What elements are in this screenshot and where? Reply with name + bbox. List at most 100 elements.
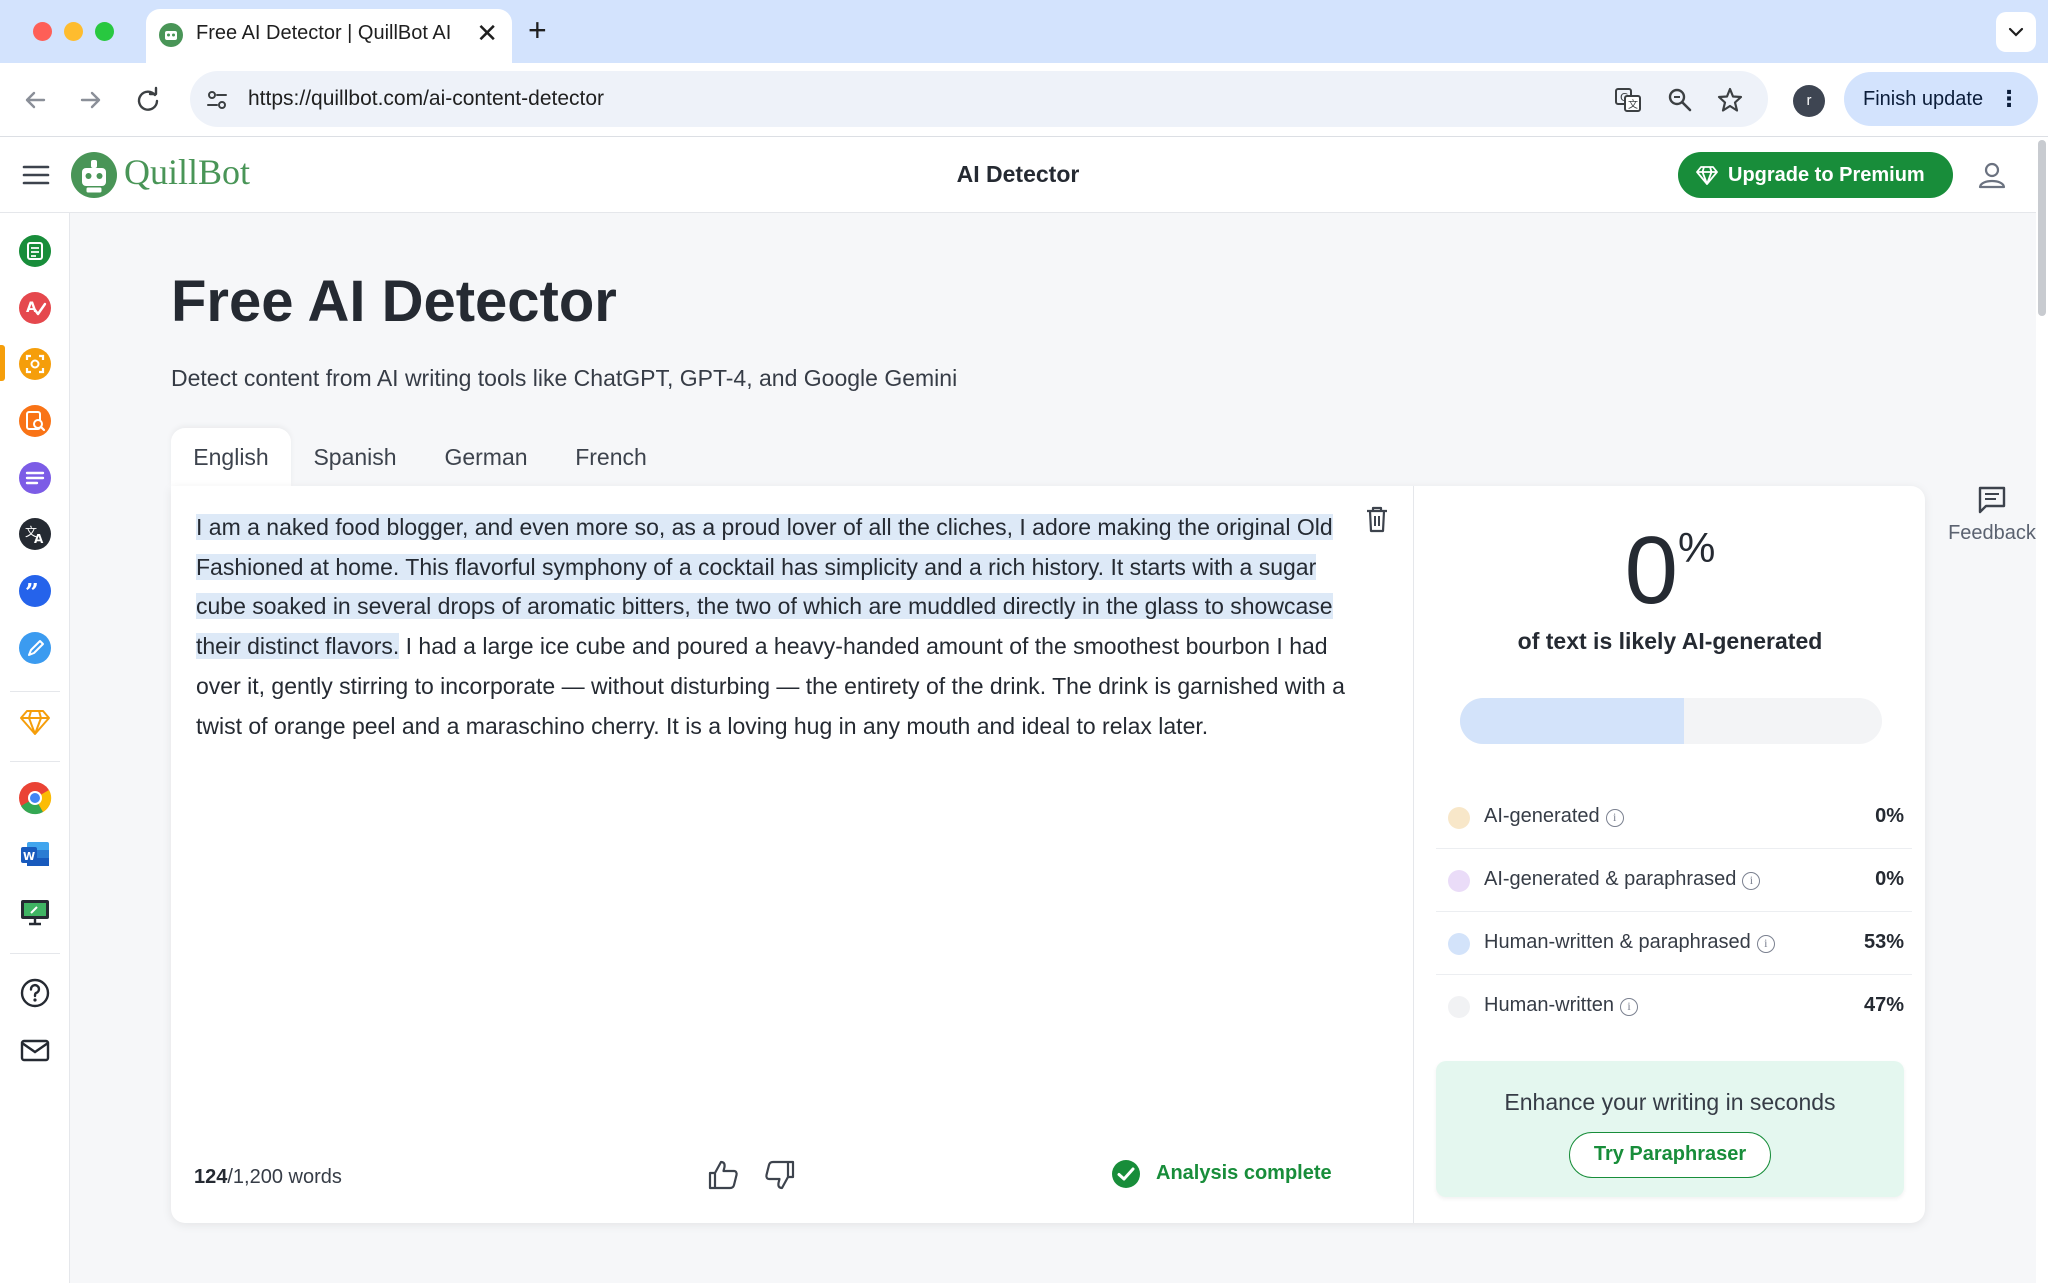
thumbs-down-icon[interactable] xyxy=(763,1158,797,1192)
breakdown-color-dot xyxy=(1448,807,1470,829)
page-subtitle: Detect content from AI writing tools lik… xyxy=(171,365,958,391)
browser-menu-icon[interactable]: ⋮ xyxy=(1998,72,2020,126)
sidebar-item-ai-writer[interactable] xyxy=(17,630,53,666)
breakdown-label-text: AI-generated xyxy=(1484,805,1600,827)
breakdown-label-text: Human-written & paraphrased xyxy=(1484,931,1751,953)
breakdown-label-text: AI-generated & paraphrased xyxy=(1484,868,1737,890)
feedback-icon xyxy=(1978,486,2006,514)
sidebar-item-ai-detector[interactable] xyxy=(17,346,53,382)
browser-toolbar: https://quillbot.com/ai-content-detector… xyxy=(0,63,2048,137)
info-icon[interactable]: i xyxy=(1620,998,1639,1016)
sidebar-item-plagiarism-checker[interactable] xyxy=(17,403,53,439)
breakdown-value: 0% xyxy=(1875,805,1904,827)
quillbot-logo-icon[interactable] xyxy=(70,151,118,199)
thumbs-up-icon[interactable] xyxy=(706,1158,740,1192)
tab-spanish[interactable]: Spanish xyxy=(298,428,412,486)
premium-icon xyxy=(20,710,50,735)
breakdown-value: 53% xyxy=(1863,931,1904,953)
window-close-button[interactable] xyxy=(33,22,52,41)
quillbot-favicon-icon xyxy=(159,23,183,47)
text-input-area[interactable]: I am a naked food blogger, and even more… xyxy=(196,508,1371,746)
translate-icon[interactable]: G文 xyxy=(1614,86,1642,114)
trash-icon[interactable] xyxy=(1363,504,1391,534)
plagiarism-checker-icon xyxy=(19,405,51,437)
browser-tab-active[interactable]: Free AI Detector | QuillBot AI ✕ xyxy=(146,9,512,63)
svg-text:A: A xyxy=(26,300,37,316)
grammar-checker-icon: A xyxy=(19,292,51,324)
finish-update-label: Finish update xyxy=(1863,88,1984,110)
breakdown-color-dot xyxy=(1448,996,1470,1018)
desktop-app-icon xyxy=(21,900,49,926)
tab-close-icon[interactable]: ✕ xyxy=(476,18,498,48)
sidebar-item-citation-generator[interactable]: ” xyxy=(17,573,53,609)
site-settings-icon[interactable] xyxy=(204,87,230,113)
user-account-icon[interactable] xyxy=(1976,159,2008,191)
sidebar-divider xyxy=(10,953,60,954)
sidebar-divider xyxy=(10,761,60,762)
tab-french[interactable]: French xyxy=(564,428,658,486)
result-progress-fill xyxy=(1460,698,1684,744)
sidebar-item-word-addin[interactable]: W xyxy=(17,836,53,872)
breakdown-row: AI-generated i 0% xyxy=(1436,786,1912,849)
word-count-value: 124 xyxy=(194,1166,228,1188)
ai-percent-sign: % xyxy=(1678,524,1716,571)
info-icon[interactable]: i xyxy=(1756,935,1775,953)
detector-card: I am a naked food blogger, and even more… xyxy=(171,486,1925,1223)
svg-text:”: ” xyxy=(25,578,39,607)
try-paraphraser-button[interactable]: Try Paraphraser xyxy=(1569,1132,1771,1178)
tools-sidebar: A 文A ” W xyxy=(0,213,70,1283)
breakdown-row: Human-written & paraphrased i 53% xyxy=(1436,912,1912,975)
breakdown-label: Human-written i xyxy=(1484,994,1639,1017)
feedback-button[interactable]: Feedback xyxy=(1944,484,2040,545)
bookmark-star-icon[interactable] xyxy=(1716,86,1744,114)
sidebar-divider xyxy=(10,691,60,692)
hamburger-menu-icon[interactable] xyxy=(22,164,50,186)
quillbot-logo-text[interactable]: QuillBot xyxy=(124,151,250,193)
sidebar-item-summarizer[interactable] xyxy=(17,460,53,496)
zoom-icon[interactable] xyxy=(1666,86,1694,114)
sidebar-item-contact[interactable] xyxy=(17,1032,53,1068)
word-count-limit: /1,200 words xyxy=(227,1166,342,1188)
info-icon[interactable]: i xyxy=(1605,809,1624,827)
mail-icon xyxy=(20,1039,50,1062)
sidebar-item-translator[interactable]: 文A xyxy=(17,516,53,552)
svg-text:A: A xyxy=(34,532,44,546)
back-arrow-icon[interactable] xyxy=(20,85,50,115)
chrome-extension-icon xyxy=(19,782,52,815)
tab-german[interactable]: German xyxy=(430,428,542,486)
profile-avatar[interactable]: r xyxy=(1793,85,1825,117)
chevron-down-icon xyxy=(2008,27,2024,37)
reload-icon[interactable] xyxy=(133,85,163,115)
info-icon[interactable]: i xyxy=(1742,872,1761,890)
sidebar-item-grammar-checker[interactable]: A xyxy=(17,290,53,326)
breakdown-row: AI-generated & paraphrased i 0% xyxy=(1436,849,1912,912)
tab-search-button[interactable] xyxy=(1996,12,2036,52)
page-scrollbar-thumb[interactable] xyxy=(2038,140,2046,316)
forward-arrow-icon[interactable] xyxy=(76,85,106,115)
breakdown-label: Human-written & paraphrased i xyxy=(1484,931,1775,954)
sidebar-item-premium[interactable] xyxy=(17,703,53,739)
result-progress-bar xyxy=(1460,698,1882,744)
citation-generator-icon: ” xyxy=(19,575,51,607)
upgrade-premium-label: Upgrade to Premium xyxy=(1728,164,1925,186)
tab-title: Free AI Detector | QuillBot AI xyxy=(196,22,452,44)
sidebar-item-desktop-app[interactable] xyxy=(17,893,53,929)
analysis-status: Analysis complete xyxy=(1112,1160,1332,1188)
ai-detector-icon xyxy=(19,348,51,380)
url-text: https://quillbot.com/ai-content-detector xyxy=(248,87,605,110)
upgrade-premium-button[interactable]: Upgrade to Premium xyxy=(1678,152,1953,198)
window-minimize-button[interactable] xyxy=(64,22,83,41)
diamond-icon xyxy=(1696,166,1718,185)
finish-update-button[interactable]: Finish update ⋮ xyxy=(1844,72,2038,126)
help-icon xyxy=(20,978,50,1008)
sidebar-item-paraphraser[interactable] xyxy=(17,233,53,269)
breakdown-label-text: Human-written xyxy=(1484,994,1615,1016)
address-bar[interactable]: https://quillbot.com/ai-content-detector… xyxy=(190,71,1768,127)
new-tab-button[interactable]: + xyxy=(528,12,547,48)
sidebar-item-chrome-extension[interactable] xyxy=(17,780,53,816)
tab-english[interactable]: English xyxy=(171,428,291,486)
sidebar-item-help[interactable] xyxy=(17,975,53,1011)
breakdown-color-dot xyxy=(1448,870,1470,892)
ai-percent-label: of text is likely AI-generated xyxy=(1517,628,1823,654)
window-zoom-button[interactable] xyxy=(95,22,114,41)
